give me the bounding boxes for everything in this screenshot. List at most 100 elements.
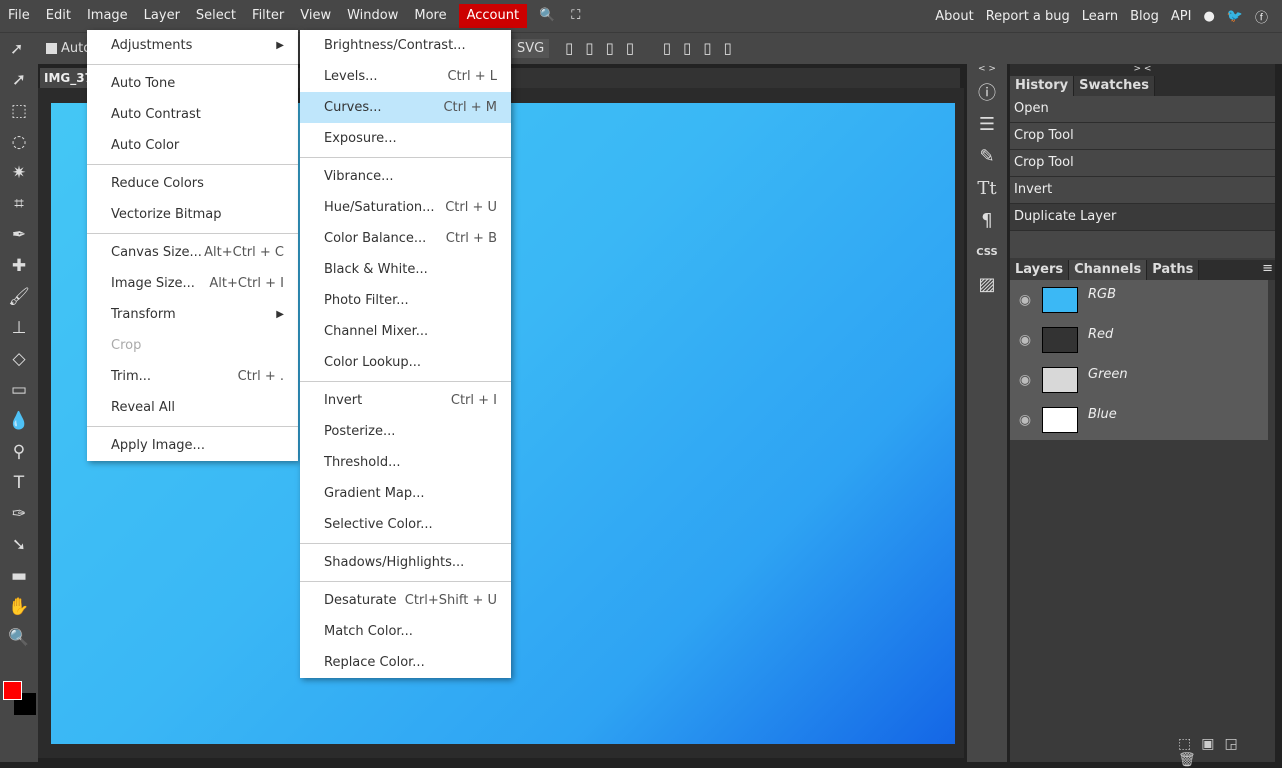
fullscreen-icon[interactable]: ⛶ — [563, 0, 588, 32]
menu-item-image-size[interactable]: Image Size... Alt+Ctrl + I — [87, 268, 298, 299]
stamp-icon[interactable]: ⊥ — [0, 312, 38, 343]
tab-swatches[interactable]: Swatches — [1074, 76, 1155, 96]
eraser-icon[interactable]: ◇ — [0, 343, 38, 374]
menu-item-selective-color[interactable]: Selective Color... — [300, 509, 511, 540]
auto-select-checkbox[interactable] — [46, 43, 57, 54]
menu-item-canvas-size[interactable]: Canvas Size... Alt+Ctrl + C — [87, 237, 298, 268]
tab-layers[interactable]: Layers — [1010, 260, 1070, 280]
menu-window[interactable]: Window — [339, 0, 406, 32]
svg-button[interactable]: SVG — [512, 39, 550, 58]
facebook-icon[interactable]: ⓕ — [1249, 7, 1274, 26]
menu-item-levels[interactable]: Levels... Ctrl + L — [300, 61, 511, 92]
menu-item-transform[interactable]: Transform ▶ — [87, 299, 298, 330]
path-select-icon[interactable]: ➘ — [0, 529, 38, 560]
channel-row[interactable]: ◉ RGB — [1010, 280, 1268, 320]
visibility-eye-icon[interactable]: ◉ — [1010, 292, 1040, 308]
menu-item-posterize[interactable]: Posterize... — [300, 416, 511, 447]
menu-item-apply-image[interactable]: Apply Image... — [87, 430, 298, 461]
panel-footer-icons[interactable]: ⬚▣◲🗑 — [1178, 736, 1275, 768]
menu-item-reduce-colors[interactable]: Reduce Colors — [87, 168, 298, 199]
menu-item-color-lookup[interactable]: Color Lookup... — [300, 347, 511, 378]
menu-item-replace-color[interactable]: Replace Color... — [300, 647, 511, 678]
search-icon[interactable]: 🔍 — [531, 0, 563, 32]
menu-item-reveal-all[interactable]: Reveal All — [87, 392, 298, 423]
history-item[interactable]: Open — [1010, 96, 1275, 123]
css-icon[interactable]: CSS — [967, 236, 1007, 268]
menu-item-hue-saturation[interactable]: Hue/Saturation... Ctrl + U — [300, 192, 511, 223]
hand-icon[interactable]: ✋ — [0, 591, 38, 622]
link-about[interactable]: About — [929, 9, 979, 24]
image-icon[interactable]: ▨ — [967, 268, 1007, 300]
lasso-icon[interactable]: ◌ — [0, 126, 38, 157]
brush-settings-icon[interactable]: ✎ — [967, 140, 1007, 172]
link-learn[interactable]: Learn — [1076, 9, 1124, 24]
menu-item-invert[interactable]: Invert Ctrl + I — [300, 385, 511, 416]
menu-item-gradient-map[interactable]: Gradient Map... — [300, 478, 511, 509]
menu-filter[interactable]: Filter — [244, 0, 292, 32]
visibility-eye-icon[interactable]: ◉ — [1010, 332, 1040, 348]
blur-icon[interactable]: 💧 — [0, 405, 38, 436]
history-item[interactable]: Invert — [1010, 177, 1275, 204]
menu-select[interactable]: Select — [188, 0, 244, 32]
history-item[interactable]: Crop Tool — [1010, 150, 1275, 177]
tab-history[interactable]: History — [1010, 76, 1075, 96]
menu-item-brightness-contrast[interactable]: Brightness/Contrast... — [300, 30, 511, 61]
zoom-icon[interactable]: 🔍 — [0, 622, 38, 653]
menu-item-vibrance[interactable]: Vibrance... — [300, 161, 511, 192]
menu-item-match-color[interactable]: Match Color... — [300, 616, 511, 647]
character-icon[interactable]: Tt — [967, 172, 1007, 204]
menu-item-auto-contrast[interactable]: Auto Contrast — [87, 99, 298, 130]
paragraph-icon[interactable]: ¶ — [967, 204, 1007, 236]
type-icon[interactable]: T — [0, 467, 38, 498]
account-button[interactable]: Account — [458, 4, 528, 28]
move-icon[interactable]: ➚ — [0, 64, 38, 95]
link-api[interactable]: API — [1165, 9, 1198, 24]
link-blog[interactable]: Blog — [1124, 9, 1165, 24]
brush-icon[interactable]: 🖌 — [0, 281, 38, 312]
eyedropper-icon[interactable]: ✒ — [0, 219, 38, 250]
menu-item-auto-color[interactable]: Auto Color — [87, 130, 298, 161]
adjustments-icon[interactable]: ☰ — [967, 108, 1007, 140]
menu-item-desaturate[interactable]: Desaturate Ctrl+Shift + U — [300, 585, 511, 616]
channel-row[interactable]: ◉ Red — [1010, 320, 1268, 360]
dodge-icon[interactable]: ⚲ — [0, 436, 38, 467]
pen-icon[interactable]: ✑ — [0, 498, 38, 529]
crop-icon[interactable]: ⌗ — [0, 188, 38, 219]
menu-item-channel-mixer[interactable]: Channel Mixer... — [300, 316, 511, 347]
menu-more[interactable]: More — [406, 0, 454, 32]
menu-file[interactable]: File — [0, 0, 38, 32]
healing-icon[interactable]: ✚ — [0, 250, 38, 281]
twitter-icon[interactable]: 🐦 — [1221, 9, 1249, 24]
history-item[interactable]: Crop Tool — [1010, 123, 1275, 150]
shape-icon[interactable]: ▬ — [0, 560, 38, 591]
menu-image[interactable]: Image — [79, 0, 136, 32]
gradient-icon[interactable]: ▭ — [0, 374, 38, 405]
menu-view[interactable]: View — [292, 0, 339, 32]
menu-item-crop[interactable]: Crop — [87, 330, 298, 361]
tab-paths[interactable]: Paths — [1147, 260, 1200, 280]
menu-item-adjustments[interactable]: Adjustments ▶ — [87, 30, 298, 61]
marquee-icon[interactable]: ⬚ — [0, 95, 38, 126]
reddit-icon[interactable]: ● — [1197, 9, 1220, 24]
align-icons[interactable]: ▯▯▯▯ ▯▯▯▯ — [565, 39, 744, 57]
menu-edit[interactable]: Edit — [38, 0, 79, 32]
foreground-color-swatch[interactable] — [3, 681, 22, 700]
link-report-a-bug[interactable]: Report a bug — [980, 9, 1076, 24]
menu-item-threshold[interactable]: Threshold... — [300, 447, 511, 478]
menu-layer[interactable]: Layer — [136, 0, 188, 32]
history-item[interactable]: Duplicate Layer — [1010, 204, 1275, 231]
panel-menu-icon[interactable]: ≡ — [1262, 261, 1273, 276]
menu-item-vectorize-bitmap[interactable]: Vectorize Bitmap — [87, 199, 298, 230]
menu-item-color-balance[interactable]: Color Balance... Ctrl + B — [300, 223, 511, 254]
channel-row[interactable]: ◉ Blue — [1010, 400, 1268, 440]
menu-item-trim[interactable]: Trim... Ctrl + . — [87, 361, 298, 392]
menu-item-auto-tone[interactable]: Auto Tone — [87, 68, 298, 99]
menu-item-exposure[interactable]: Exposure... — [300, 123, 511, 154]
menu-item-black-white[interactable]: Black & White... — [300, 254, 511, 285]
visibility-eye-icon[interactable]: ◉ — [1010, 372, 1040, 388]
info-icon[interactable]: ⓘ — [967, 76, 1007, 108]
tab-channels[interactable]: Channels — [1069, 260, 1148, 280]
menu-item-curves[interactable]: Curves... Ctrl + M — [300, 92, 511, 123]
channel-row[interactable]: ◉ Green — [1010, 360, 1268, 400]
visibility-eye-icon[interactable]: ◉ — [1010, 412, 1040, 428]
